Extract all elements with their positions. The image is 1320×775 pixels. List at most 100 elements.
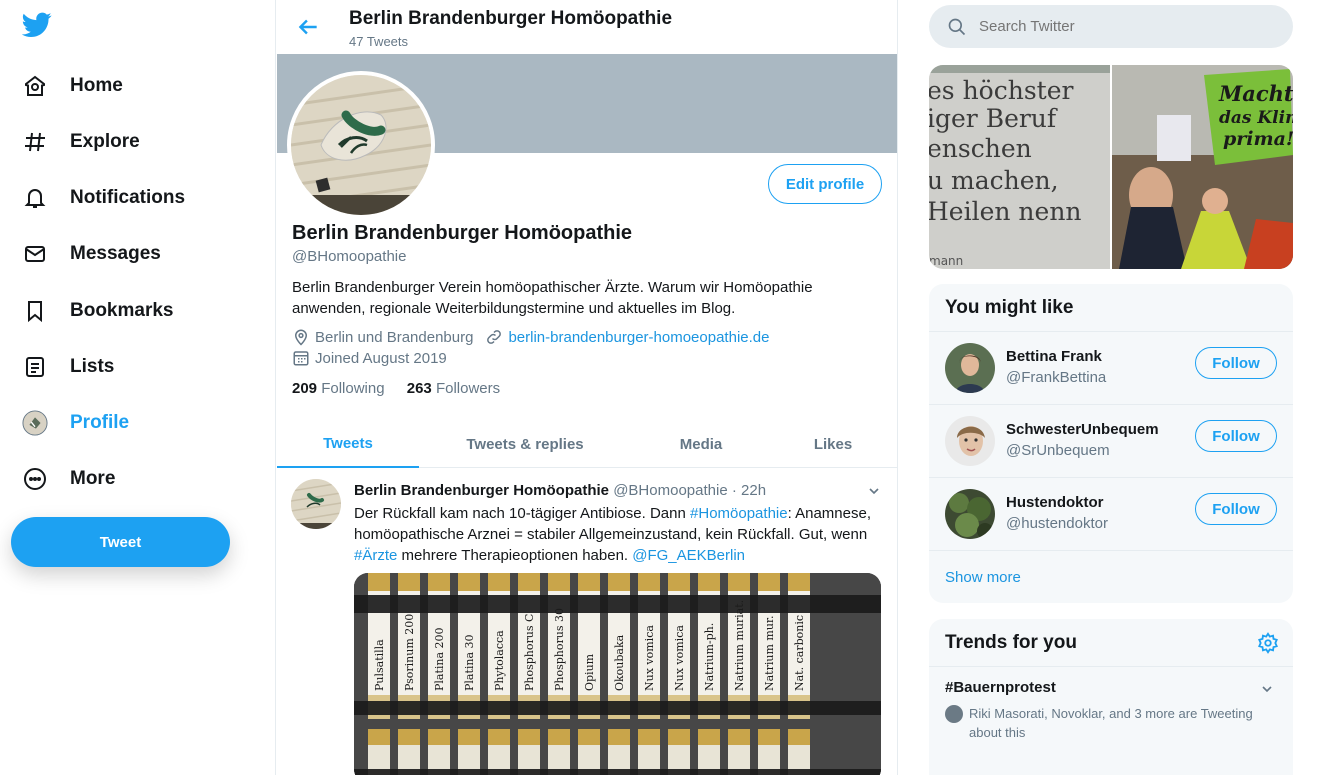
location-pin-icon [294, 329, 308, 346]
photo-sign-line: mann [929, 254, 963, 268]
nav-more[interactable]: More [10, 456, 127, 502]
photo-sign-line: Heilen nenn [929, 197, 1082, 226]
back-arrow-icon[interactable] [295, 14, 321, 40]
nav-notifications[interactable]: Notifications [10, 175, 197, 221]
followers-label: Followers [435, 380, 501, 397]
header-tweet-count: 47 Tweets [349, 34, 409, 49]
vial-label: Natrium muriat. [733, 600, 746, 691]
user-name[interactable]: SchwesterUnbequem [1006, 421, 1159, 438]
tweet-text: Der Rückfall kam nach 10-tägiger Antibio… [354, 503, 889, 566]
twitter-logo-icon[interactable] [22, 12, 52, 38]
nav-explore[interactable]: Explore [10, 119, 152, 165]
suggested-user-row[interactable]: Bettina Frank @FrankBettina Follow [929, 332, 1293, 405]
tweet-avatar[interactable] [291, 479, 341, 529]
user-avatar[interactable] [945, 489, 995, 539]
tweet-item[interactable]: Berlin Brandenburger Homöopathie @BHomoo… [277, 469, 897, 775]
chevron-down-icon[interactable] [1259, 681, 1275, 697]
tab-tweets-replies[interactable]: Tweets & replies [445, 420, 605, 468]
vial-label: Phytolacca [493, 630, 506, 691]
vial-label: Okoubaka [613, 634, 626, 691]
nav-profile[interactable]: Profile [10, 400, 141, 446]
profile-avatar[interactable] [287, 71, 435, 219]
user-handle: @SrUnbequem [1006, 442, 1110, 459]
search-input[interactable] [979, 18, 1279, 35]
trend-hashtag[interactable]: #Bauernprotest [945, 679, 1277, 696]
suggested-user-row[interactable]: SchwesterUnbequem @SrUnbequem Follow [929, 405, 1293, 478]
user-avatar[interactable] [945, 343, 995, 393]
nav-label: Messages [70, 243, 161, 264]
user-handle: @hustendoktor [1006, 515, 1108, 532]
photo-sign-line: u machen, [929, 166, 1059, 195]
edit-profile-button[interactable]: Edit profile [768, 164, 882, 204]
show-more-link[interactable]: Show more [929, 551, 1293, 603]
photo-sign-line: iger Beruf [929, 104, 1058, 133]
hashtag-link[interactable]: #Ärzte [354, 547, 397, 564]
nav-label: More [70, 468, 116, 489]
protest-sign-line: Macht [1218, 81, 1293, 106]
trend-context-text: Riki Masorati, Novoklar, and 3 more are … [969, 706, 1253, 740]
profile-handle: @BHomoopathie [292, 248, 407, 265]
tweet-time[interactable]: · 22h [732, 482, 766, 499]
profile-joined: Joined August 2019 [315, 349, 447, 367]
hashtag-link[interactable]: #Homöopathie [690, 505, 788, 522]
suggested-user-row[interactable]: Hustendoktor @hustendoktor Follow [929, 478, 1293, 551]
profile-joined-row: Joined August 2019 [292, 349, 447, 367]
nav-label: Notifications [70, 187, 186, 208]
vial-label: Phosphorus 30 [553, 608, 566, 691]
nav-lists[interactable]: Lists [10, 344, 126, 390]
media-photos-grid[interactable]: es höchster iger Beruf enschen u machen,… [929, 65, 1293, 269]
list-icon [22, 354, 48, 380]
profile-location: Berlin und Brandenburg [315, 328, 474, 346]
user-avatar[interactable] [945, 416, 995, 466]
search-icon [948, 18, 966, 35]
followers-count: 263 [406, 380, 432, 397]
tweet-text-part: Der Rückfall kam nach 10-tägiger Antibio… [354, 505, 691, 522]
user-avatar-mini-icon [945, 705, 963, 723]
vial-label: Natrium-ph. [703, 623, 716, 691]
mention-link[interactable]: @FG_AEKBerlin [632, 547, 745, 564]
gear-icon[interactable] [1257, 632, 1279, 654]
vial-label: Opium [583, 653, 596, 691]
protest-sign-line: prima! [1223, 128, 1293, 150]
trend-context: Riki Masorati, Novoklar, and 3 more are … [945, 704, 1277, 742]
nav-home[interactable]: Home [10, 63, 135, 109]
user-name[interactable]: Bettina Frank [1006, 348, 1102, 365]
trend-item[interactable]: #Bauernprotest Riki Masorati, Novoklar, … [929, 667, 1293, 754]
who-to-follow-title: You might like [929, 284, 1293, 332]
tweet-author-name[interactable]: Berlin Brandenburger Homöopathie [354, 482, 609, 499]
tab-media[interactable]: Media [657, 420, 745, 468]
more-icon [22, 466, 48, 492]
nav-bookmarks[interactable]: Bookmarks [10, 288, 186, 334]
user-name[interactable]: Hustendoktor [1006, 494, 1104, 511]
tab-likes[interactable]: Likes [797, 420, 869, 468]
tweet-text-part: mehrere Therapieoptionen haben. [397, 547, 633, 564]
vial-label: Pulsatilla [373, 639, 386, 691]
user-handle: @FrankBettina [1006, 369, 1107, 386]
tab-tweets[interactable]: Tweets [277, 420, 419, 468]
follow-button[interactable]: Follow [1195, 420, 1277, 452]
search-box[interactable] [929, 5, 1293, 48]
tweet-author-handle: @BHomoopathie [613, 482, 728, 499]
following-count: 209 [292, 380, 318, 397]
profile-header-bar: Berlin Brandenburger Homöopathie 47 Twee… [277, 0, 897, 54]
following-link[interactable]: 209 Following [292, 380, 385, 397]
follow-button[interactable]: Follow [1195, 493, 1277, 525]
profile-website-link[interactable]: berlin-brandenburger-homoeopathie.de [508, 329, 769, 346]
vial-label: Psorinum 200 [403, 614, 416, 691]
home-icon [22, 73, 48, 99]
hashtag-icon [22, 129, 48, 155]
left-navigation: Home Explore Notifications Messages Book… [0, 0, 276, 775]
tweet-media-image[interactable]: Pulsatilla Psorinum 200 Platina 200 Platina… [354, 573, 881, 775]
nav-messages[interactable]: Messages [10, 231, 173, 277]
bookmark-icon [22, 298, 48, 324]
nav-label: Profile [70, 412, 130, 433]
vial-label: Phosphorus C [523, 614, 536, 691]
vial-label: Platina 200 [433, 627, 446, 691]
profile-meta-row: Berlin und Brandenburg berlin-brandenbur… [292, 328, 769, 346]
vial-label: Nux vomica [673, 625, 686, 691]
chevron-down-icon[interactable] [866, 483, 882, 499]
follow-button[interactable]: Follow [1195, 347, 1277, 379]
vial-label: Platina 30 [463, 634, 476, 691]
followers-link[interactable]: 263 Followers [407, 380, 500, 397]
tweet-button[interactable]: Tweet [11, 517, 230, 567]
